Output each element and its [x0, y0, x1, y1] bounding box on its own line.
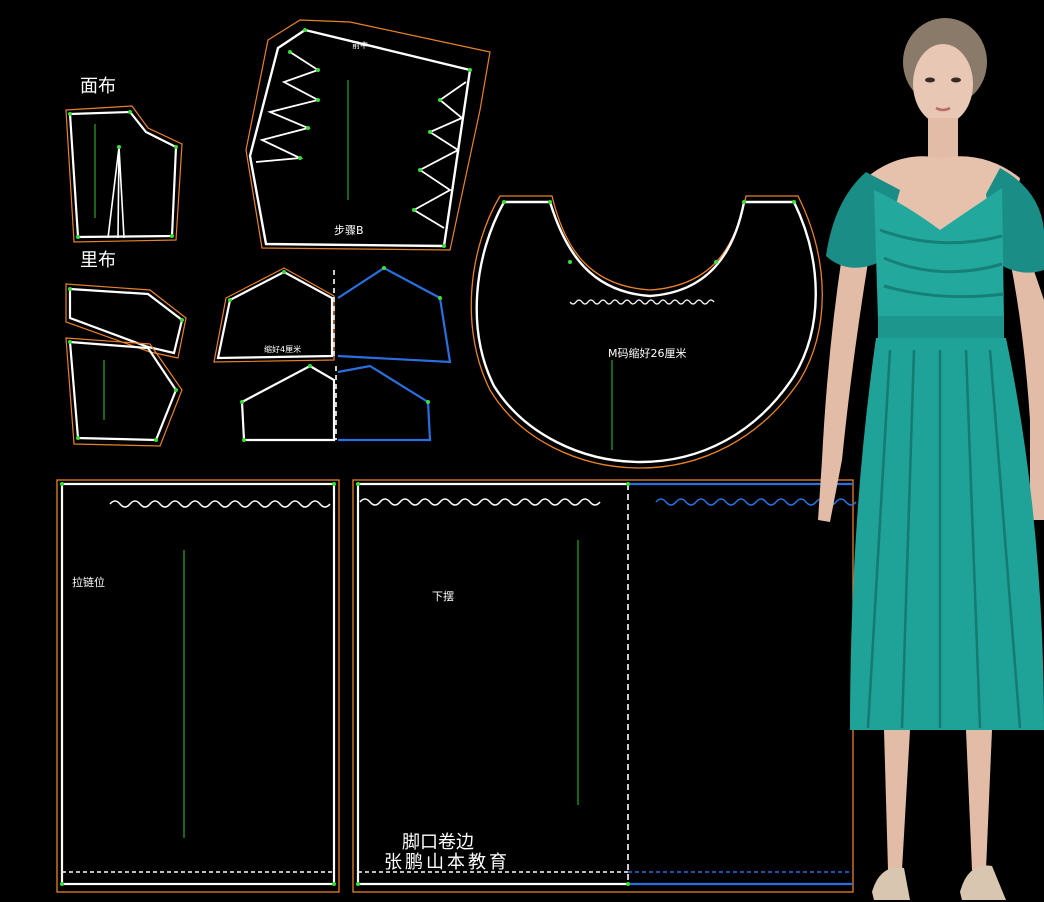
front-center-label: 前中 [352, 40, 368, 50]
lining-title: 里布 [80, 250, 116, 271]
skirt-panel-right: 下摆 [352, 479, 857, 893]
lining-pieces [65, 283, 187, 447]
zipper-position-label: 拉链位 [72, 575, 105, 589]
sleeve-piece-face [65, 105, 183, 243]
gather-note-label: M码缩好26厘米 [608, 346, 687, 360]
hem-roll-note: 脚口卷边 [402, 832, 474, 853]
skirt-panel-left: 拉链位 [56, 479, 340, 893]
brand-watermark: 张鹏山本教育 [384, 852, 510, 873]
face-fabric-title: 面布 [80, 76, 116, 97]
bodice-yoke-pieces: 缩好4厘米 [213, 266, 452, 442]
bodice-b-label: 步骤B [334, 224, 364, 237]
circle-flounce-piece: M码缩好26厘米 [470, 195, 823, 469]
pattern-canvas: 前中 步骤B 缩好4厘米 M码缩好26厘米 拉链位 下摆 面布 里布 脚口卷边 … [56, 18, 1044, 900]
3d-avatar-teal-dress [818, 18, 1044, 900]
bodice-front-pleated: 前中 步骤B [245, 19, 491, 251]
yoke-gather-label: 缩好4厘米 [264, 344, 301, 354]
hem-label: 下摆 [432, 589, 454, 603]
